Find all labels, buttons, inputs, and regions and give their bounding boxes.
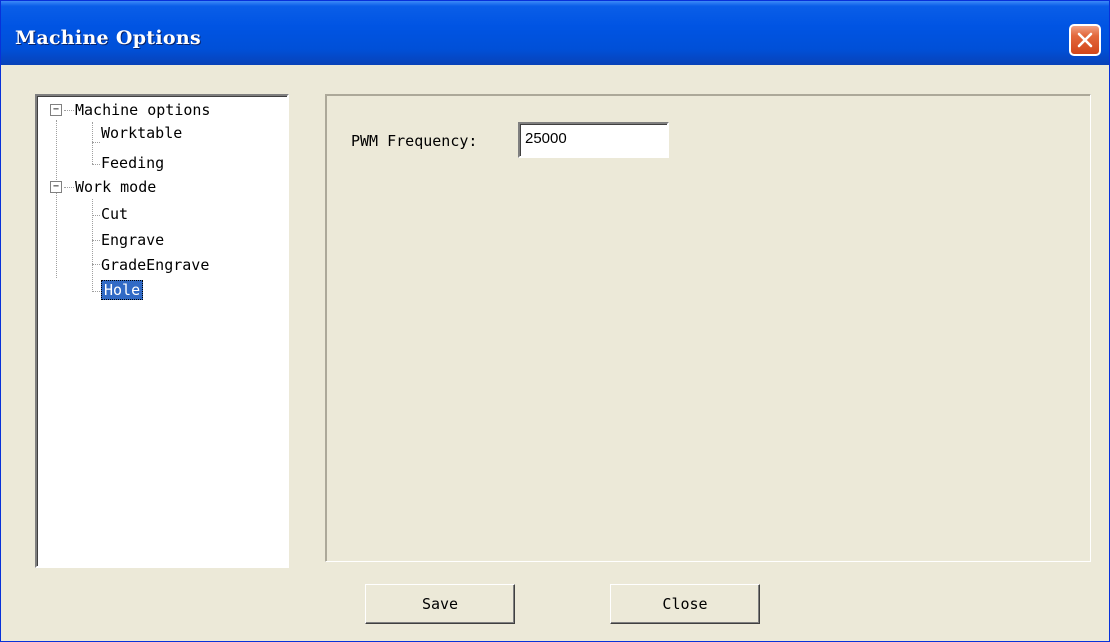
title-bar[interactable]: Machine Options [1, 1, 1109, 65]
tree-item-work-mode[interactable]: Work mode [75, 176, 156, 198]
tree-item-engrave[interactable]: Engrave [101, 229, 164, 251]
close-icon [1077, 32, 1093, 48]
close-window-button[interactable] [1069, 24, 1101, 56]
pwm-frequency-label: PWM Frequency: [351, 132, 478, 150]
tree-item-gradeengrave[interactable]: GradeEngrave [101, 254, 209, 276]
tree-item-cut[interactable]: Cut [101, 203, 128, 225]
tree-item-machine-options[interactable]: Machine options [75, 99, 210, 121]
tree-item-hole[interactable]: Hole [101, 279, 144, 301]
pwm-frequency-input[interactable]: 25000 [518, 122, 669, 158]
minus-expander-icon[interactable]: − [50, 181, 62, 193]
minus-expander-icon[interactable]: − [50, 104, 62, 116]
machine-options-dialog: Machine Options − Machine options Workta… [0, 0, 1110, 642]
options-content-panel [325, 94, 1091, 562]
window-title: Machine Options [15, 27, 201, 49]
save-button[interactable]: Save [365, 584, 515, 624]
tree-item-feeding[interactable]: Feeding [101, 152, 164, 174]
close-button[interactable]: Close [610, 584, 760, 624]
tree-item-worktable[interactable]: Worktable [101, 122, 182, 144]
options-tree[interactable]: − Machine options Worktable Feeding − Wo… [35, 94, 289, 568]
